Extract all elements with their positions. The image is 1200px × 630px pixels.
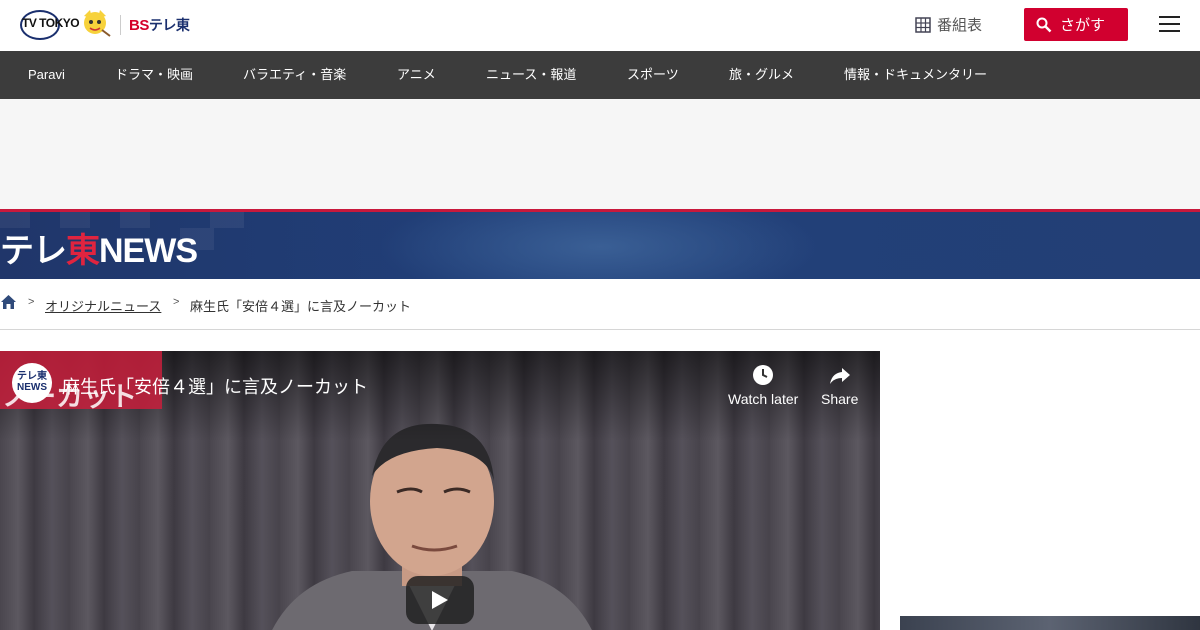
share-label: Share [821,391,859,407]
share-arrow-icon [829,368,850,384]
clock-icon [753,365,774,385]
breadcrumb: > オリジナルニュース > 麻生氏「安倍４選」に言及ノーカット [0,279,1200,330]
video-player[interactable]: ノーカット テレ東 NEWS 麻生氏「安倍４選」に言及ノーカット Watch l… [0,351,880,630]
search-icon [1036,17,1052,32]
site-header: TV TOKYO BSテレ東 番組表 さがす [0,0,1200,52]
ad-banner-area [0,99,1200,209]
tele-news-logo-tele: テレ [0,232,67,270]
nav-item-anime[interactable]: アニメ [397,51,436,99]
channel-avatar-tele: テレ東 [17,371,47,382]
program-guide-link[interactable]: 番組表 [915,14,982,35]
program-guide-grid-icon [915,16,931,33]
nav-item-drama[interactable]: ドラマ・映画 [115,51,193,99]
hamburger-menu-icon[interactable] [1159,16,1180,34]
banner-tile [60,212,90,228]
play-icon [432,591,448,609]
play-button[interactable] [406,576,474,624]
logo-divider [120,15,121,35]
watch-later-button[interactable]: Watch later [728,363,798,407]
breadcrumb-category-link[interactable]: オリジナルニュース [45,296,161,315]
home-icon[interactable] [0,294,17,310]
bs-logo-tele: テレ東 [148,17,190,33]
channel-avatar-news: NEWS [17,382,47,393]
nav-item-variety[interactable]: バラエティ・音楽 [243,51,346,99]
tv-tokyo-logo-mark: TV TOKYO [20,10,80,40]
mascot-icon [84,10,111,37]
watch-later-label: Watch later [728,391,799,407]
search-button-label: さがす [1060,17,1106,34]
tele-news-logo[interactable]: テレ東NEWS [0,232,198,270]
video-title[interactable]: 麻生氏「安倍４選」に言及ノーカット [62,373,368,399]
genre-nav: Paravi ドラマ・映画 バラエティ・音楽 アニメ ニュース・報道 スポーツ … [0,51,1200,99]
sidebar-thumbnail[interactable] [900,616,1200,630]
channel-avatar[interactable]: テレ東 NEWS [12,363,52,403]
banner-tile [120,212,150,228]
breadcrumb-separator: > [173,296,180,308]
nav-item-paravi[interactable]: Paravi [28,51,65,99]
bs-logo-bs: BS [129,17,149,34]
share-button[interactable]: Share [821,363,858,407]
nav-item-sports[interactable]: スポーツ [627,51,679,99]
nav-item-travel[interactable]: 旅・グルメ [729,51,794,99]
breadcrumb-current: 麻生氏「安倍４選」に言及ノーカット [190,299,412,314]
tv-tokyo-logo-text: TV TOKYO [22,16,80,30]
tele-news-banner: テレ東NEWS [0,209,1200,279]
bs-tv-tokyo-logo[interactable]: BSテレ東 [129,15,190,35]
program-guide-label: 番組表 [937,17,983,34]
nav-item-news[interactable]: ニュース・報道 [486,51,576,99]
banner-tile [210,212,244,228]
banner-tile [0,212,30,228]
tele-news-logo-east: 東 [66,232,100,270]
search-button[interactable]: さがす [1024,8,1128,41]
nav-item-documentary[interactable]: 情報・ドキュメンタリー [844,51,987,99]
tv-tokyo-logo[interactable]: TV TOKYO [20,10,111,40]
breadcrumb-separator: > [28,296,35,308]
sidebar-ad-slot [900,351,1200,601]
tele-news-logo-news: NEWS [99,232,198,270]
